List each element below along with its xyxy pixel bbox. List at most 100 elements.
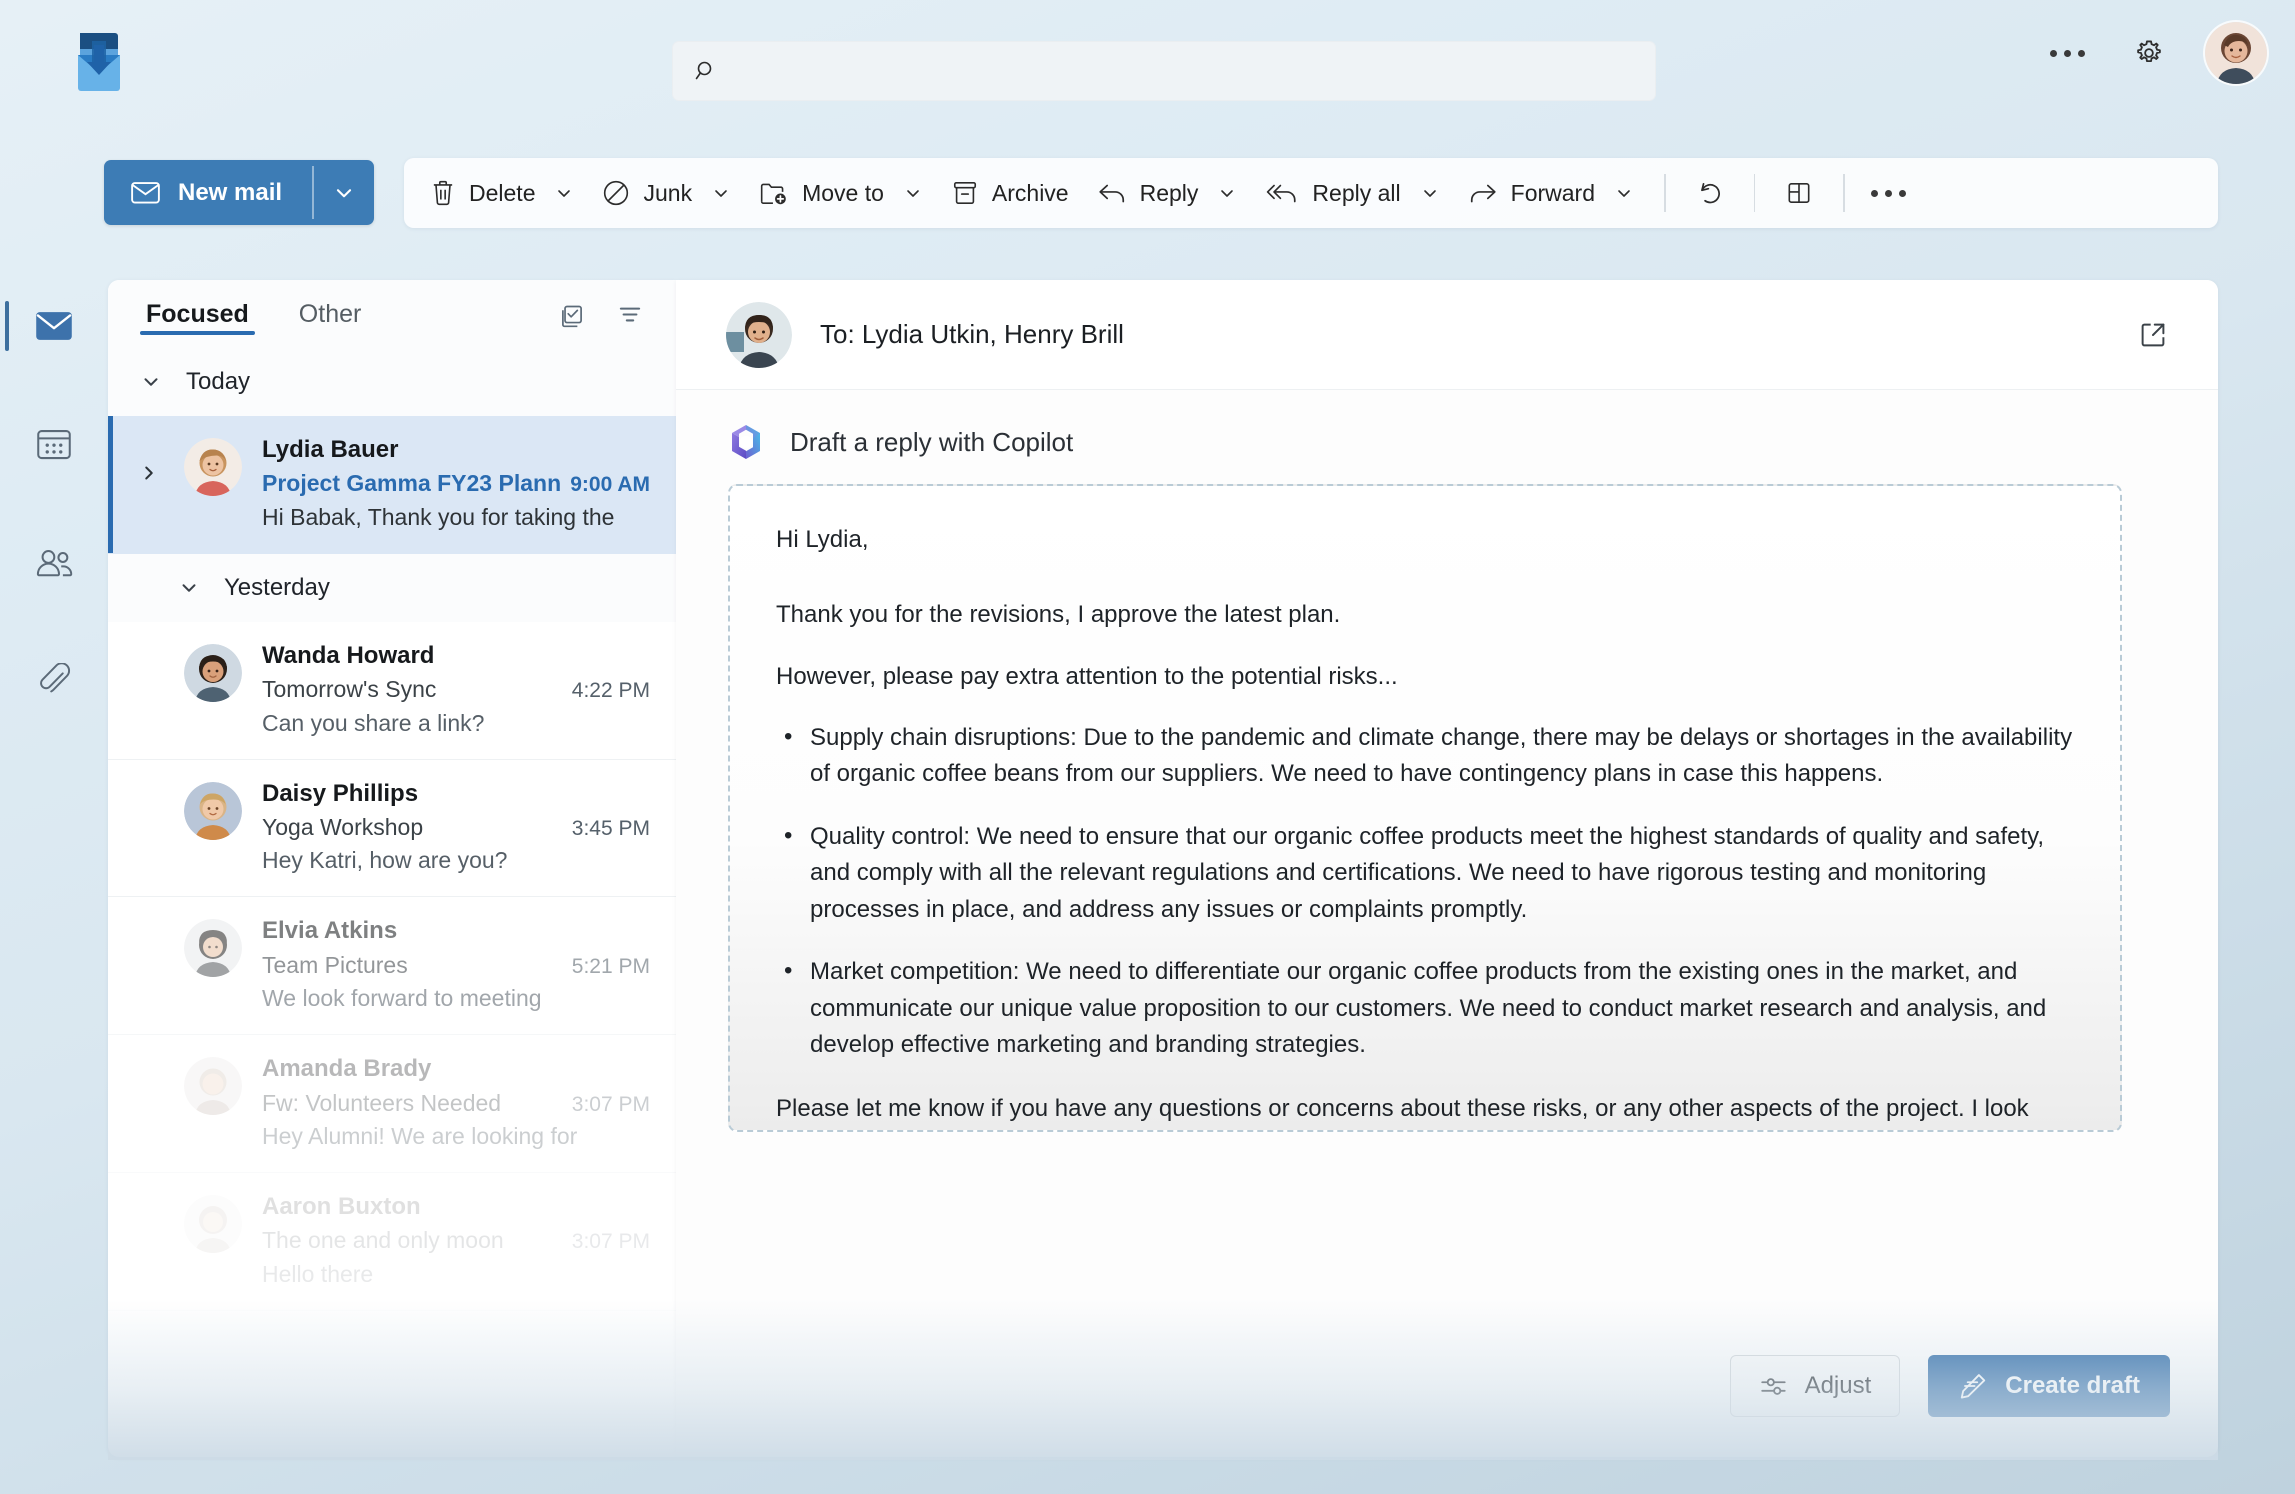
avatar bbox=[184, 781, 242, 840]
forward-arrow-icon bbox=[1468, 180, 1498, 206]
junk-button[interactable]: Junk bbox=[588, 167, 745, 219]
group-header-today[interactable]: Today bbox=[108, 348, 676, 416]
undo-button[interactable] bbox=[1682, 167, 1738, 219]
search-box[interactable] bbox=[672, 41, 1656, 101]
sidebar-item-files[interactable] bbox=[22, 648, 86, 712]
thread-spacer bbox=[138, 915, 164, 1014]
group-header-yesterday[interactable]: Yesterday bbox=[108, 553, 676, 622]
account-avatar[interactable] bbox=[2205, 22, 2267, 84]
expand-thread-icon[interactable] bbox=[138, 434, 164, 533]
list-item[interactable]: Lydia Bauer Project Gamma FY23 Planni 9:… bbox=[108, 416, 676, 554]
tab-focused[interactable]: Focused bbox=[140, 283, 255, 345]
new-mail-button[interactable]: New mail bbox=[104, 160, 312, 225]
subject-row: Tomorrow's Sync 4:22 PM bbox=[262, 674, 650, 705]
ellipsis-icon bbox=[1871, 189, 1906, 197]
create-draft-label: Create draft bbox=[2005, 1372, 2140, 1399]
sidebar-item-people[interactable] bbox=[22, 530, 86, 594]
delete-button[interactable]: Delete bbox=[416, 167, 588, 219]
timestamp: 3:07 PM bbox=[571, 1230, 650, 1254]
filter-button[interactable] bbox=[606, 290, 654, 338]
sender-name: Lydia Bauer bbox=[262, 436, 399, 463]
avatar bbox=[184, 1194, 242, 1253]
list-item[interactable]: Amanda Brady Fw: Volunteers Needed 3:07 … bbox=[108, 1035, 676, 1173]
list-item-body: Daisy Phillips Yoga Workshop 3:45 PM Hey… bbox=[262, 778, 650, 877]
new-mail-dropdown-button[interactable] bbox=[314, 160, 374, 225]
list-item[interactable]: Wanda Howard Tomorrow's Sync 4:22 PM Can… bbox=[108, 621, 676, 760]
new-mail-split-button[interactable]: New mail bbox=[104, 160, 374, 225]
reply-all-button[interactable]: Reply all bbox=[1251, 167, 1453, 219]
search-icon bbox=[694, 59, 718, 83]
select-all-button[interactable] bbox=[548, 290, 596, 338]
forward-button[interactable]: Forward bbox=[1454, 167, 1648, 219]
preview-text: Hey Alumni! We are looking for bbox=[262, 1122, 578, 1149]
subject-row: Yoga Workshop 3:45 PM bbox=[262, 812, 650, 843]
archive-button[interactable]: Archive bbox=[937, 167, 1083, 219]
chevron-down-icon bbox=[176, 577, 202, 599]
list-item[interactable]: Daisy Phillips Yoga Workshop 3:45 PM Hey… bbox=[108, 759, 676, 898]
subject-row: The one and only moon 3:07 PM bbox=[262, 1225, 650, 1256]
subject-row: Fw: Volunteers Needed 3:07 PM bbox=[262, 1088, 650, 1119]
settings-button[interactable] bbox=[2123, 27, 2175, 79]
apps-button[interactable] bbox=[1771, 167, 1827, 219]
top-bar bbox=[0, 0, 2295, 140]
message-list-header: Focused Other bbox=[108, 280, 676, 348]
ribbon-divider bbox=[1753, 174, 1755, 212]
thread-spacer bbox=[138, 640, 164, 739]
command-ribbon: Delete Junk Move to Archive Reply Reply … bbox=[404, 158, 2218, 228]
subject-row: Team Pictures 5:21 PM bbox=[262, 950, 650, 981]
preview-text: Hey Katri, how are you? bbox=[262, 847, 508, 874]
sender-avatar bbox=[726, 301, 792, 368]
list-item[interactable]: Elvia Atkins Team Pictures 5:21 PM We lo… bbox=[108, 897, 676, 1036]
sidebar-item-calendar[interactable] bbox=[22, 412, 86, 476]
sidebar-item-mail[interactable] bbox=[5, 294, 86, 358]
folder-arrow-icon bbox=[759, 179, 789, 207]
search-input[interactable] bbox=[732, 59, 1638, 83]
list-item[interactable]: Aaron Buxton The one and only moon 3:07 … bbox=[108, 1172, 676, 1311]
chevron-down-icon[interactable] bbox=[711, 183, 731, 203]
subject: Project Gamma FY23 Planni bbox=[262, 470, 563, 497]
forward-label: Forward bbox=[1510, 179, 1595, 206]
group-label: Today bbox=[186, 368, 251, 395]
create-draft-button[interactable]: Create draft bbox=[1928, 1355, 2170, 1417]
draft-paragraph: Thank you for the revisions, I approve t… bbox=[776, 601, 1341, 628]
draft-bullet: Supply chain disruptions: Due to the pan… bbox=[776, 719, 2074, 793]
adjust-label: Adjust bbox=[1804, 1372, 1872, 1399]
draft-greeting: Hi Lydia, bbox=[776, 526, 869, 553]
chevron-down-icon[interactable] bbox=[903, 183, 923, 203]
sender-name: Aaron Buxton bbox=[262, 1192, 421, 1220]
avatar bbox=[184, 1057, 242, 1116]
ellipsis-icon bbox=[2049, 49, 2085, 57]
group-label: Yesterday bbox=[224, 573, 330, 601]
tab-other[interactable]: Other bbox=[293, 283, 368, 345]
ribbon-divider bbox=[1664, 174, 1666, 212]
delete-label: Delete bbox=[469, 179, 536, 206]
archive-label: Archive bbox=[991, 179, 1069, 206]
copilot-icon bbox=[726, 422, 766, 462]
chevron-down-icon[interactable] bbox=[1614, 183, 1634, 203]
adjust-button[interactable]: Adjust bbox=[1729, 1355, 1901, 1417]
chevron-down-icon bbox=[333, 182, 355, 204]
mail-filled-icon bbox=[35, 311, 73, 341]
overflow-commands-button[interactable] bbox=[1861, 167, 1917, 219]
move-to-button[interactable]: Move to bbox=[745, 167, 937, 219]
subject: Tomorrow's Sync bbox=[262, 676, 437, 703]
chevron-down-icon[interactable] bbox=[1420, 183, 1440, 203]
reply-all-arrow-icon bbox=[1265, 180, 1299, 206]
chevron-down-icon[interactable] bbox=[1217, 183, 1237, 203]
subject: Fw: Volunteers Needed bbox=[262, 1089, 502, 1116]
reply-button[interactable]: Reply bbox=[1083, 167, 1252, 219]
list-item-body: Elvia Atkins Team Pictures 5:21 PM We lo… bbox=[262, 915, 650, 1014]
popout-button[interactable] bbox=[2126, 308, 2180, 362]
people-icon bbox=[34, 548, 74, 577]
outlook-logo-icon bbox=[70, 31, 125, 93]
chevron-down-icon[interactable] bbox=[554, 183, 574, 203]
subject: Team Pictures bbox=[262, 951, 408, 978]
draft-closing: Please let me know if you have any quest… bbox=[776, 1094, 2029, 1122]
move-to-label: Move to bbox=[802, 179, 884, 206]
copilot-draft-box[interactable]: Hi Lydia, Thank you for the revisions, I… bbox=[728, 484, 2122, 1132]
apps-grid-icon bbox=[1785, 179, 1813, 207]
timestamp: 3:07 PM bbox=[571, 1092, 650, 1116]
reply-arrow-icon bbox=[1097, 180, 1127, 206]
more-options-button[interactable] bbox=[2041, 27, 2093, 79]
preview-text: Hi Babak, Thank you for taking the bbox=[262, 503, 615, 530]
